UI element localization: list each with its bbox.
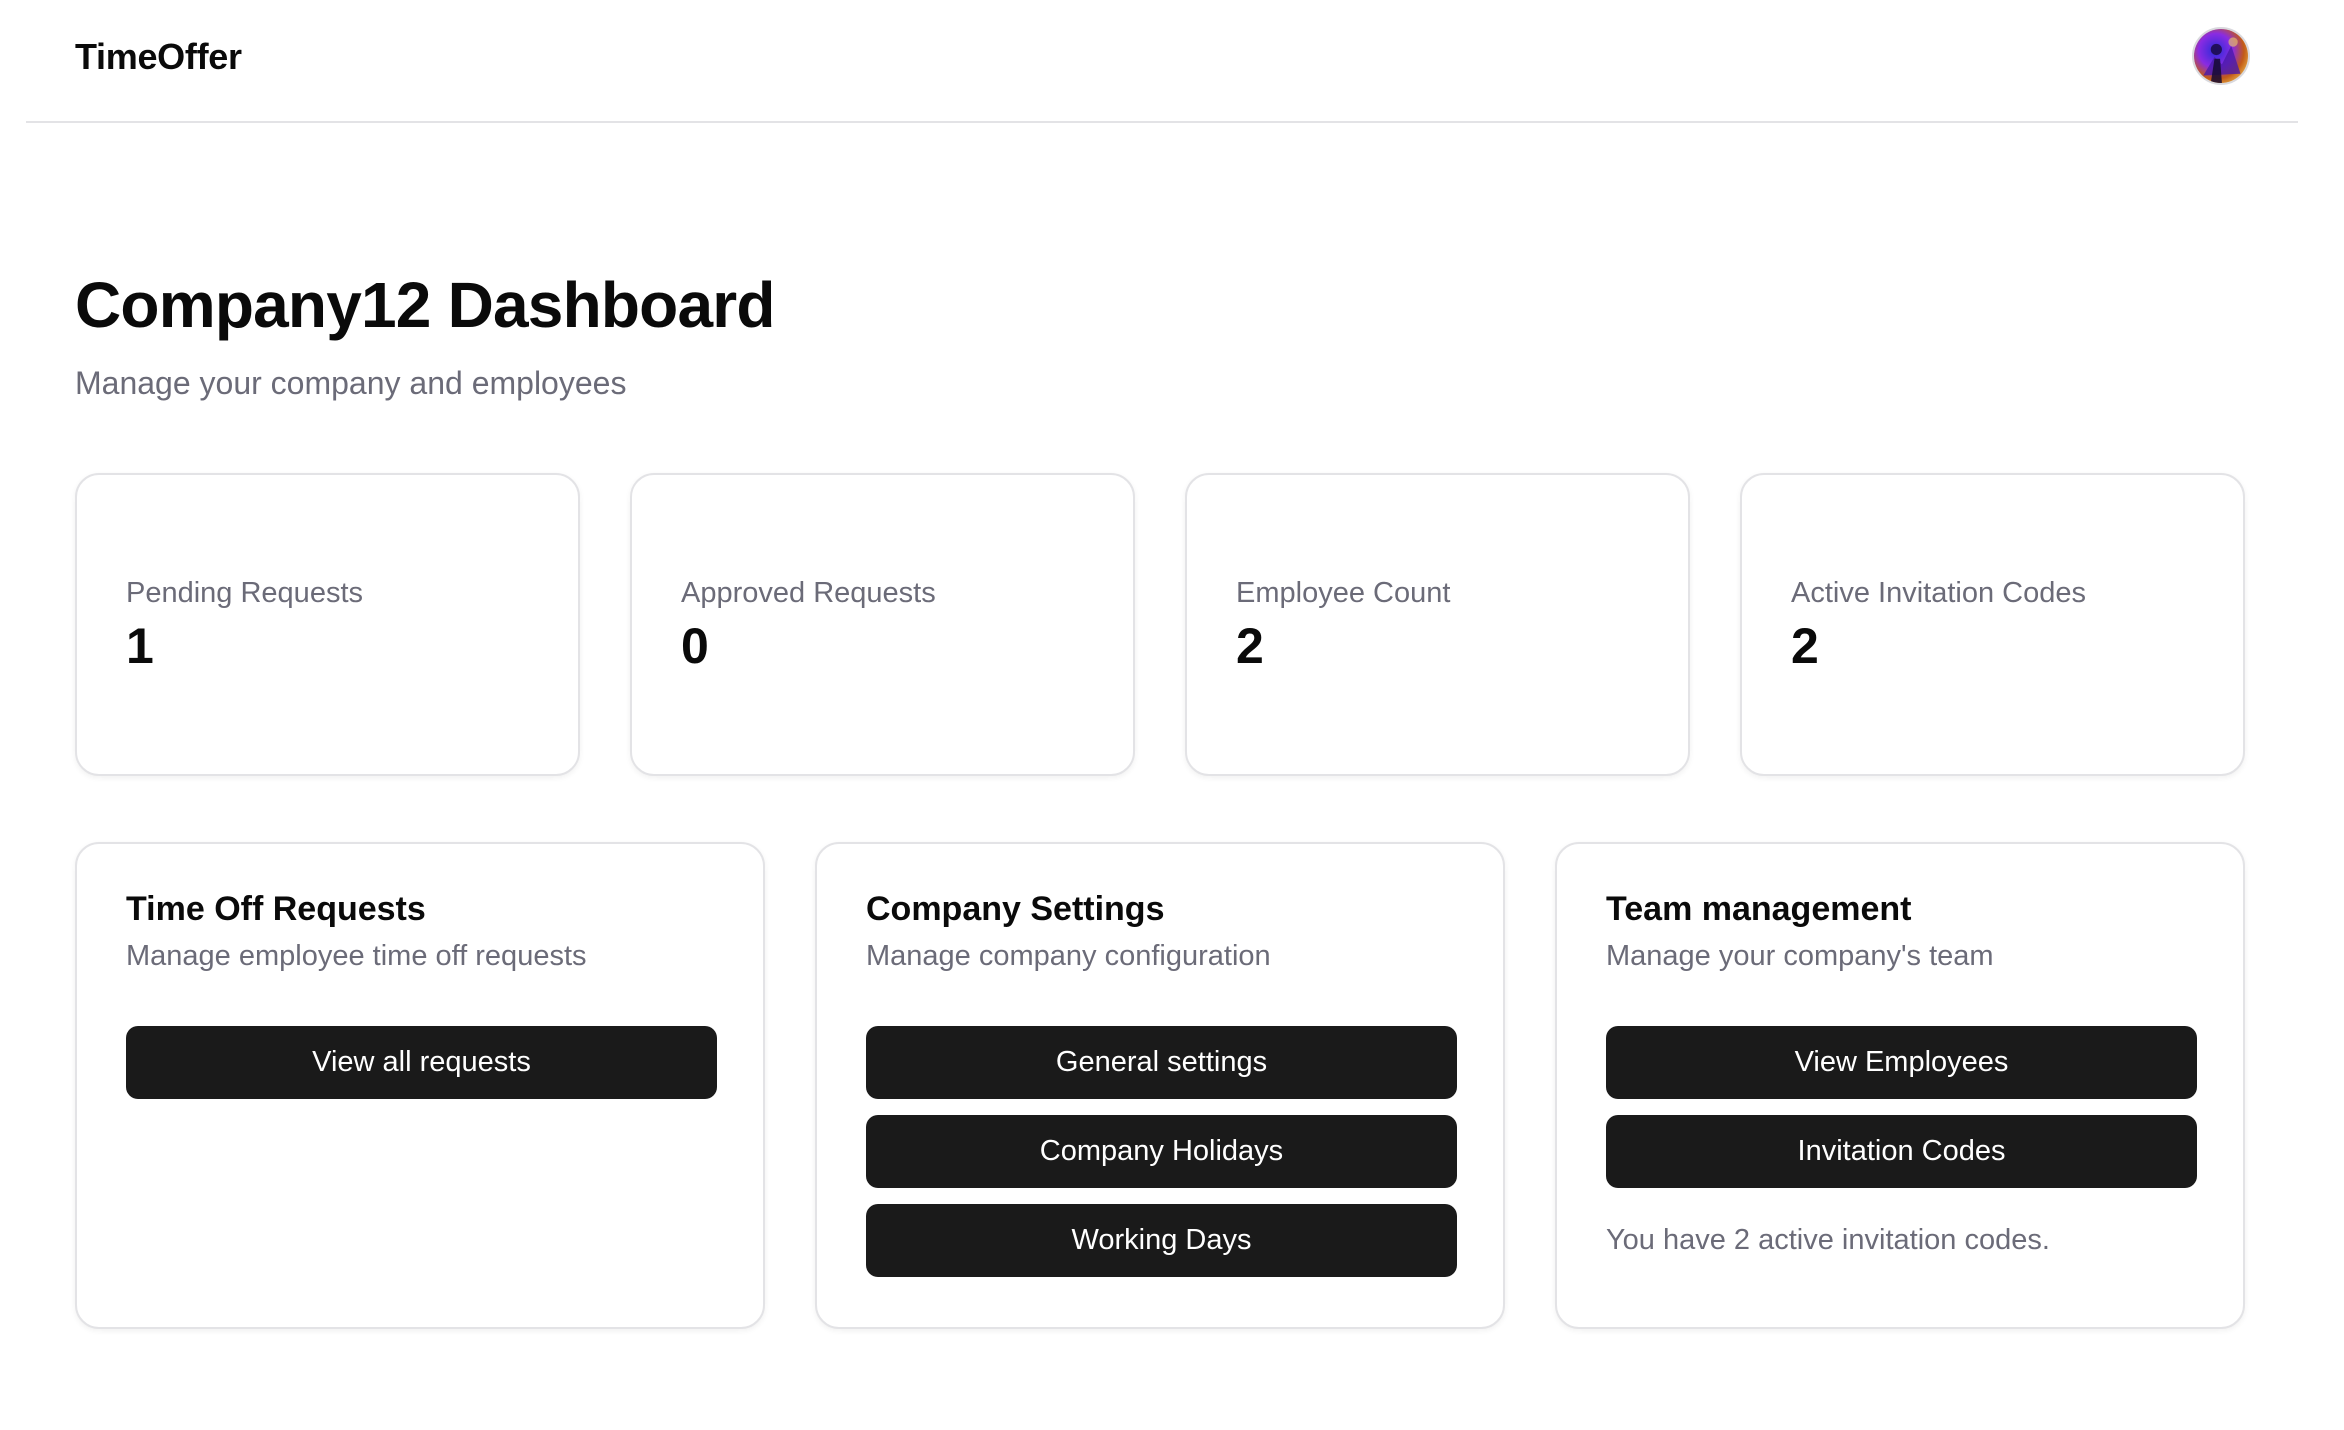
time-off-requests-panel: Time Off Requests Manage employee time o… bbox=[75, 842, 765, 1329]
stat-label: Pending Requests bbox=[126, 577, 363, 609]
stat-label: Approved Requests bbox=[681, 577, 936, 609]
panel-description: Manage your company's team bbox=[1606, 940, 1994, 972]
stat-value: 1 bbox=[126, 618, 154, 674]
stat-value: 2 bbox=[1791, 618, 1819, 674]
general-settings-button[interactable]: General settings bbox=[866, 1026, 1457, 1099]
stat-value: 0 bbox=[681, 618, 709, 674]
brand-logo-text[interactable]: TimeOffer bbox=[75, 36, 242, 78]
panel-title: Time Off Requests bbox=[126, 890, 426, 928]
panel-title: Company Settings bbox=[866, 890, 1165, 928]
top-navigation-bar: TimeOffer bbox=[26, 0, 2298, 123]
view-employees-button[interactable]: View Employees bbox=[1606, 1026, 2197, 1099]
stat-card-active-invitation-codes: Active Invitation Codes 2 bbox=[1740, 473, 2245, 776]
view-all-requests-button[interactable]: View all requests bbox=[126, 1026, 717, 1099]
stat-label: Employee Count bbox=[1236, 577, 1451, 609]
page-subtitle: Manage your company and employees bbox=[75, 365, 627, 401]
stat-card-employee-count: Employee Count 2 bbox=[1185, 473, 1690, 776]
stat-value: 2 bbox=[1236, 618, 1264, 674]
team-management-panel: Team management Manage your company's te… bbox=[1555, 842, 2245, 1329]
working-days-button[interactable]: Working Days bbox=[866, 1204, 1457, 1277]
panel-title: Team management bbox=[1606, 890, 1912, 928]
panel-description: Manage company configuration bbox=[866, 940, 1271, 972]
active-invitation-codes-note: You have 2 active invitation codes. bbox=[1606, 1224, 2050, 1256]
page-title: Company12 Dashboard bbox=[75, 269, 775, 341]
stat-label: Active Invitation Codes bbox=[1791, 577, 2086, 609]
panel-description: Manage employee time off requests bbox=[126, 940, 587, 972]
user-avatar-icon[interactable] bbox=[2192, 27, 2250, 85]
company-holidays-button[interactable]: Company Holidays bbox=[866, 1115, 1457, 1188]
company-settings-panel: Company Settings Manage company configur… bbox=[815, 842, 1505, 1329]
stat-card-approved-requests: Approved Requests 0 bbox=[630, 473, 1135, 776]
stat-card-pending-requests: Pending Requests 1 bbox=[75, 473, 580, 776]
invitation-codes-button[interactable]: Invitation Codes bbox=[1606, 1115, 2197, 1188]
avatar-image bbox=[2194, 29, 2248, 83]
